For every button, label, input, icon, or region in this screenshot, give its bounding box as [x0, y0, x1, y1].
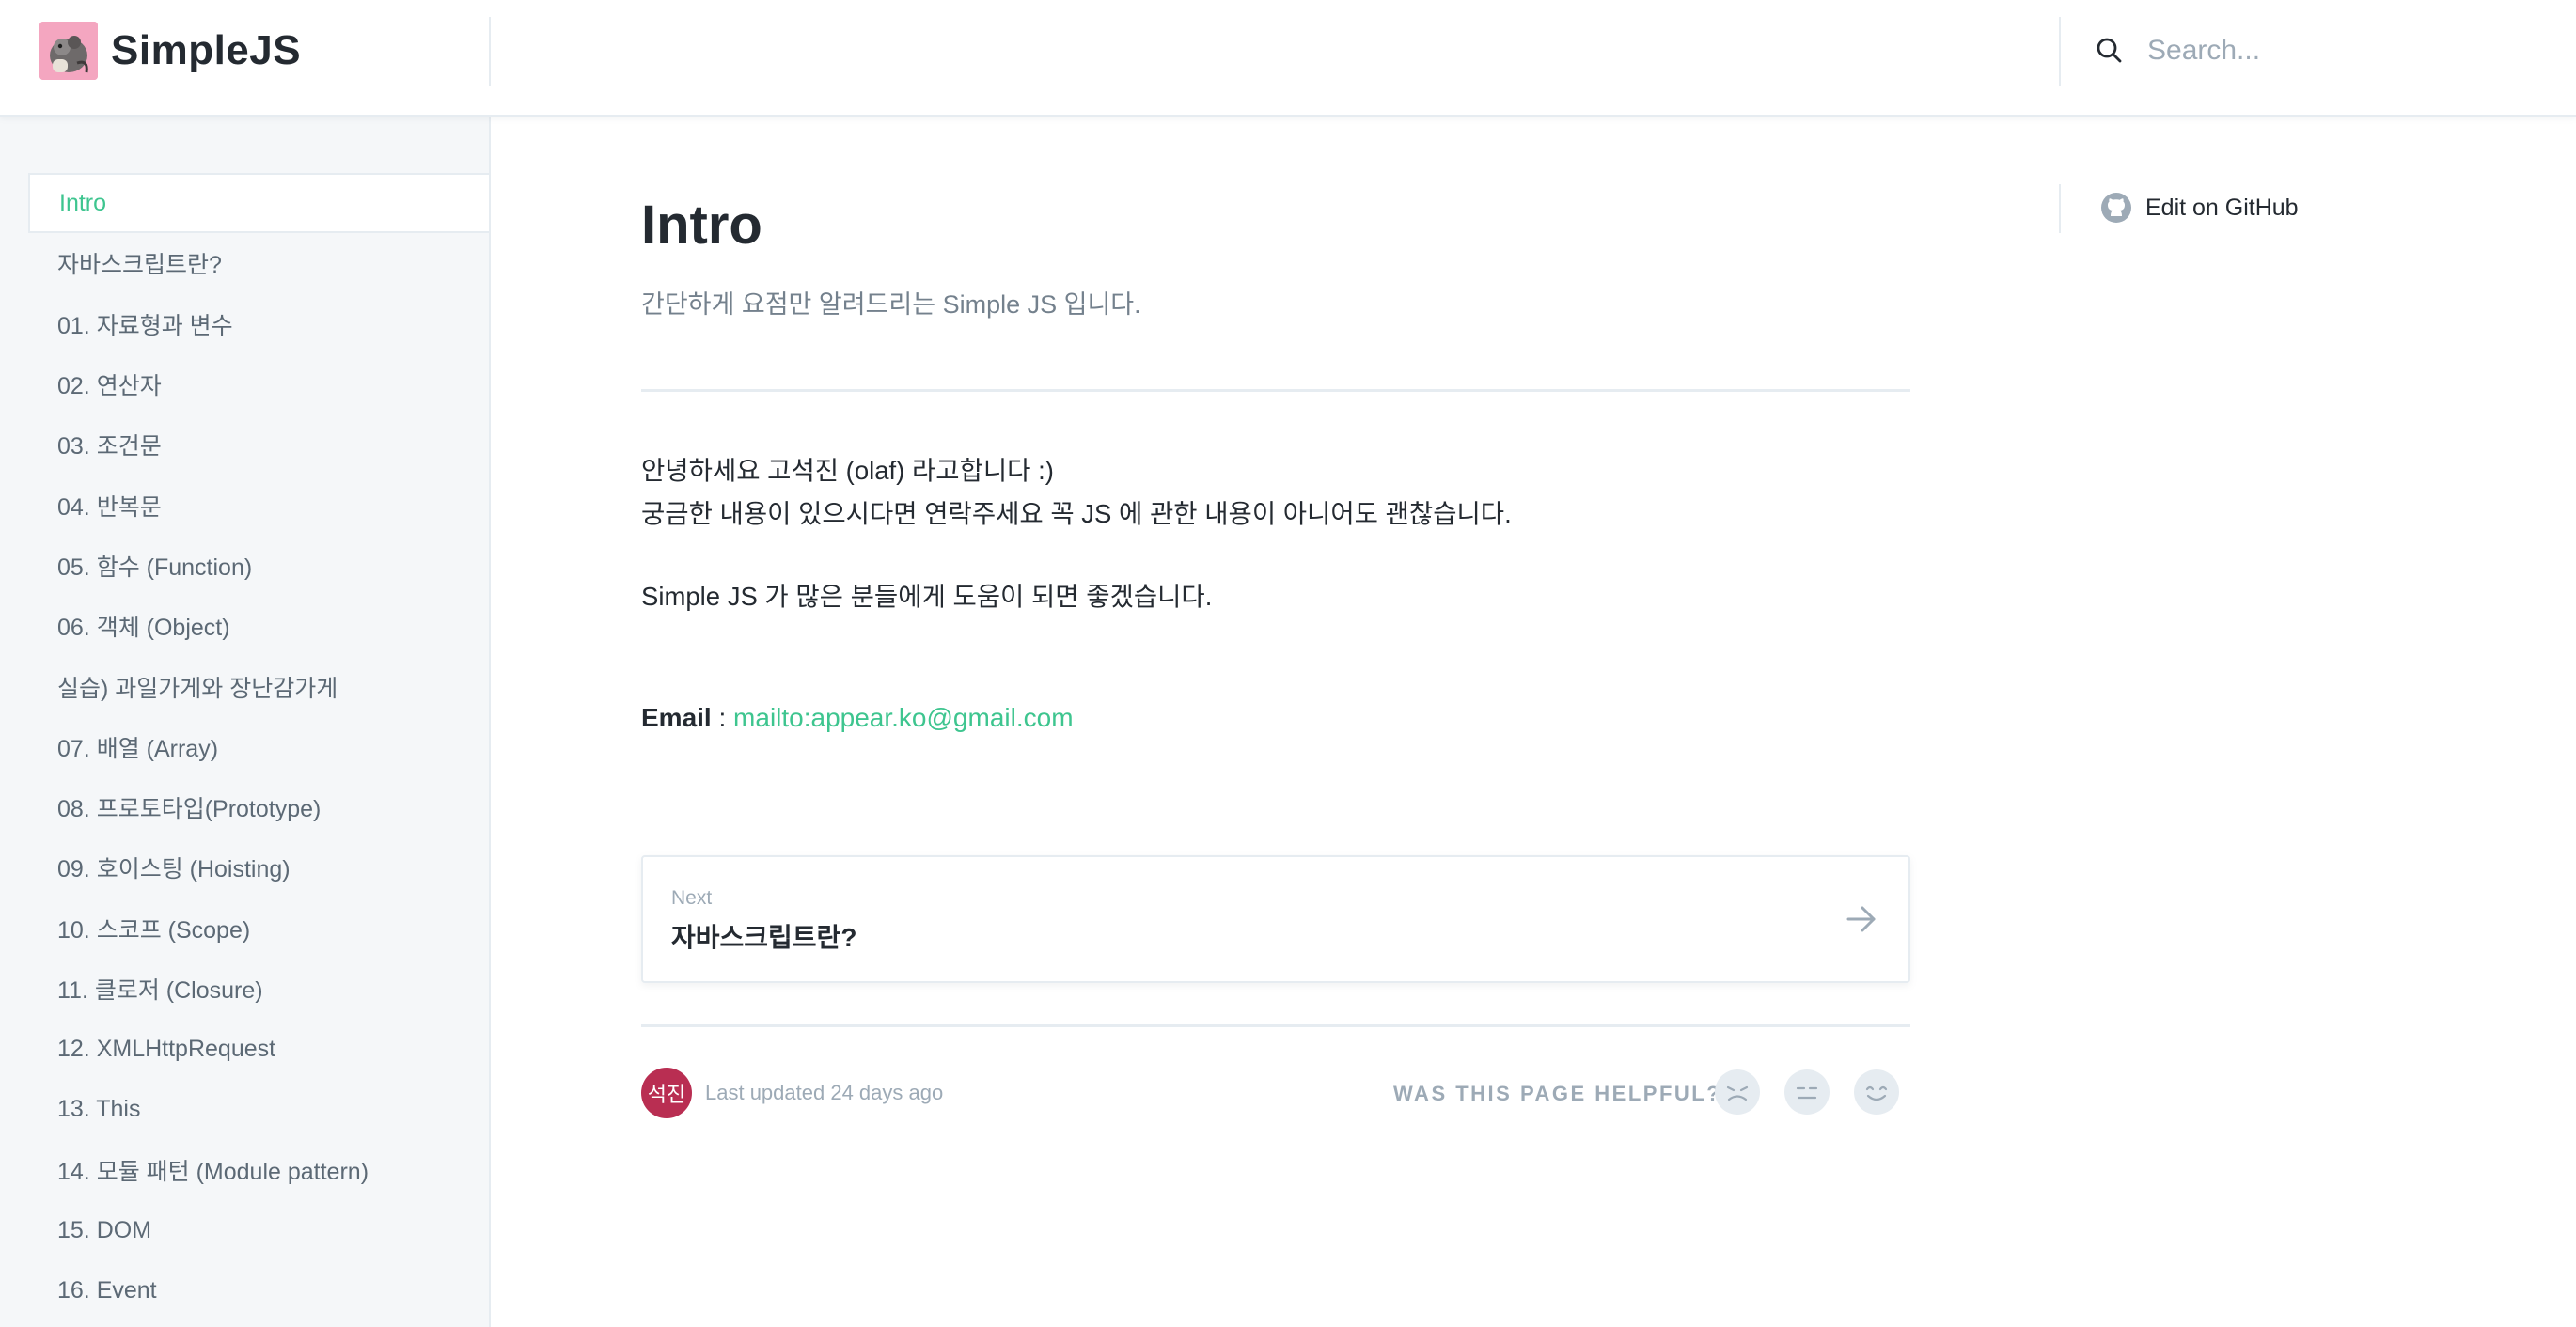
page-subtitle: 간단하게 요점만 알려드리는 Simple JS 입니다.	[641, 290, 1141, 319]
sidebar-item-label: 08. 프로토타입(Prototype)	[57, 796, 322, 823]
right-divider	[2059, 184, 2061, 233]
neutral-face-icon[interactable]	[1784, 1069, 1830, 1115]
sidebar-item-label: 06. 객체 (Object)	[57, 615, 230, 642]
sidebar-item-label: 15. DOM	[57, 1216, 152, 1243]
header-divider	[2059, 17, 2061, 86]
brand-name: SimpleJS	[111, 27, 302, 73]
next-page-title: 자바스크립트란?	[671, 923, 857, 952]
top-header: SimpleJS	[0, 0, 2576, 117]
sidebar-item-loops[interactable]: 04. 반복문	[28, 475, 489, 535]
sidebar-item-types-variables[interactable]: 01. 자료형과 변수	[28, 294, 489, 354]
sidebar-item-label: 13. This	[57, 1096, 141, 1123]
sidebar-item-label: 16. Event	[57, 1276, 157, 1304]
sidebar-item-label: 05. 함수 (Function)	[57, 554, 253, 581]
sad-face-icon[interactable]	[1715, 1069, 1760, 1115]
sidebar-item-label: 01. 자료형과 변수	[57, 312, 233, 339]
page-footer: 석진 Last updated 24 days ago WAS THIS PAG…	[641, 1066, 1910, 1122]
sidebar-item-label: Intro	[59, 189, 107, 216]
sidebar-item-what-is-javascript[interactable]: 자바스크립트란?	[28, 233, 489, 293]
header-divider-line	[641, 389, 1910, 392]
sidebar-item-object[interactable]: 06. 객체 (Object)	[28, 596, 489, 656]
paragraph: 안녕하세요 고석진 (olaf) 라고합니다 :)	[641, 456, 1054, 485]
avatar: 석진	[641, 1068, 692, 1118]
sidebar-item-dom[interactable]: 15. DOM	[28, 1200, 489, 1260]
next-page-card[interactable]: Next 자바스크립트란?	[641, 855, 1910, 983]
brand-link[interactable]: SimpleJS	[39, 21, 301, 81]
sidebar-item-label: 04. 반복문	[57, 493, 162, 521]
email-separator: :	[711, 703, 734, 732]
sidebar-item-closure[interactable]: 11. 클로저 (Closure)	[28, 959, 489, 1019]
sidebar-item-label: 11. 클로저 (Closure)	[57, 977, 263, 1004]
header-divider	[489, 17, 491, 86]
sidebar-item-scope[interactable]: 10. 스코프 (Scope)	[28, 898, 489, 959]
edit-on-github-label: Edit on GitHub	[2145, 194, 2299, 221]
page-title: Intro	[641, 195, 762, 256]
next-label: Next	[671, 887, 713, 909]
happy-face-icon[interactable]	[1854, 1069, 1899, 1115]
sidebar-item-this[interactable]: 13. This	[28, 1079, 489, 1139]
brand-logo	[39, 22, 98, 80]
sidebar-item-array[interactable]: 07. 배열 (Array)	[28, 717, 489, 777]
sidebar-item-hoisting[interactable]: 09. 호이스팅 (Hoisting)	[28, 837, 489, 898]
sidebar-item-prototype[interactable]: 08. 프로토타입(Prototype)	[28, 777, 489, 837]
paragraph: Simple JS 가 많은 분들에게 도움이 되면 좋겠습니다.	[641, 582, 1213, 611]
sidebar: Intro 자바스크립트란? 01. 자료형과 변수 02. 연산자 03. 조…	[0, 117, 491, 1327]
paragraph: 궁금한 내용이 있으시다면 연락주세요 꼭 JS 에 관한 내용이 아니어도 괜…	[641, 499, 1512, 528]
sidebar-item-label: 09. 호이스팅 (Hoisting)	[57, 856, 291, 883]
email-link[interactable]: mailto:appear.ko@gmail.com	[733, 703, 1073, 732]
sidebar-item-label: 14. 모듈 패턴 (Module pattern)	[57, 1158, 369, 1185]
sidebar-item-label: 10. 스코프 (Scope)	[57, 916, 251, 944]
sidebar-item-event[interactable]: 16. Event	[28, 1260, 489, 1320]
search-box[interactable]	[2095, 23, 2546, 79]
sidebar-item-label: 자바스크립트란?	[57, 252, 222, 279]
sidebar-item-xmlhttprequest[interactable]: 12. XMLHttpRequest	[28, 1019, 489, 1079]
sidebar-nav: Intro 자바스크립트란? 01. 자료형과 변수 02. 연산자 03. 조…	[28, 173, 489, 1321]
email-label: Email	[641, 703, 712, 732]
sidebar-item-label: 03. 조건문	[57, 433, 162, 461]
footer-divider-line	[641, 1024, 1910, 1027]
sidebar-item-label: 07. 배열 (Array)	[57, 735, 219, 762]
edit-on-github-link[interactable]: Edit on GitHub	[2100, 192, 2299, 224]
sidebar-item-intro[interactable]: Intro	[28, 173, 489, 234]
sidebar-item-label: 12. XMLHttpRequest	[57, 1035, 276, 1062]
sidebar-item-function[interactable]: 05. 함수 (Function)	[28, 536, 489, 596]
sidebar-item-operators[interactable]: 02. 연산자	[28, 354, 489, 414]
sidebar-item-label: 02. 연산자	[57, 373, 162, 400]
helpful-question: WAS THIS PAGE HELPFUL?	[1393, 1082, 1722, 1105]
sidebar-item-conditionals[interactable]: 03. 조건문	[28, 414, 489, 475]
sidebar-item-label: 실습) 과일가게와 장난감가게	[57, 675, 338, 702]
github-icon	[2101, 193, 2131, 223]
arrow-right-icon	[1846, 906, 1876, 932]
sidebar-item-practice[interactable]: 실습) 과일가게와 장난감가게	[28, 656, 489, 716]
sidebar-item-module-pattern[interactable]: 14. 모듈 패턴 (Module pattern)	[28, 1140, 489, 1200]
search-input[interactable]	[2147, 35, 2523, 67]
last-updated: Last updated 24 days ago	[705, 1081, 944, 1104]
search-icon	[2097, 38, 2122, 63]
email-row: Email : mailto:appear.ko@gmail.com	[641, 703, 1074, 733]
